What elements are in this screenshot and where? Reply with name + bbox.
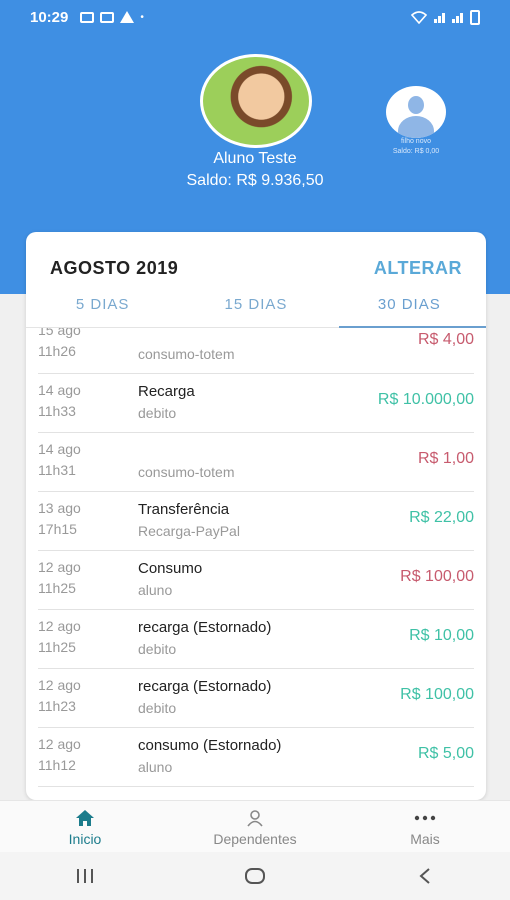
home-icon bbox=[0, 807, 170, 829]
transaction-time: 11h26 bbox=[38, 343, 76, 359]
person-head-icon bbox=[408, 96, 424, 114]
transaction-amount: R$ 22,00 bbox=[409, 509, 474, 526]
transaction-title: Recarga bbox=[138, 383, 195, 400]
transaction-subtitle: debito bbox=[138, 405, 177, 421]
transaction-date: 12 ago bbox=[38, 677, 81, 693]
wifi-icon bbox=[411, 10, 427, 24]
transaction-subtitle: Recarga-PayPal bbox=[138, 523, 240, 539]
warning-icon bbox=[120, 11, 135, 23]
signal-2-icon bbox=[452, 11, 463, 23]
transaction-time: 11h31 bbox=[38, 462, 76, 478]
transaction-title: Consumo bbox=[138, 560, 203, 577]
signal-icon bbox=[434, 11, 445, 23]
transaction-amount: R$ 5,00 bbox=[417, 745, 474, 762]
transaction-title: recarga (Estornado) bbox=[138, 619, 272, 636]
image-notification-icon bbox=[80, 11, 95, 23]
transaction-amount: R$ 100,00 bbox=[400, 568, 474, 585]
transaction-time: 17h15 bbox=[38, 521, 77, 537]
transaction-amount: R$ 100,00 bbox=[400, 686, 474, 703]
nav-inicio[interactable]: Inicio bbox=[0, 801, 170, 852]
recent-apps-button[interactable] bbox=[55, 856, 115, 896]
transaction-row[interactable]: 14 ago 11h31 consumo-totem R$ 1,00 bbox=[38, 433, 474, 492]
transaction-title: recarga (Estornado) bbox=[138, 678, 272, 695]
nav-mais-label: Mais bbox=[410, 831, 440, 847]
dependent-balance: Saldo: R$ 0,00 bbox=[392, 148, 440, 155]
transaction-subtitle: aluno bbox=[138, 759, 173, 775]
period-tabs: 5 DIAS 15 DIAS 30 DIAS bbox=[26, 292, 486, 328]
transaction-time: 11h25 bbox=[38, 639, 76, 655]
home-circle-icon bbox=[245, 868, 265, 884]
sms-notification-icon bbox=[100, 11, 115, 23]
transaction-date: 12 ago bbox=[38, 736, 81, 752]
nav-dependentes[interactable]: Dependentes bbox=[170, 801, 340, 852]
bottom-navigation: Inicio Dependentes Mais bbox=[0, 800, 510, 852]
nav-dependentes-label: Dependentes bbox=[213, 831, 297, 847]
transaction-title: consumo (Estornado) bbox=[138, 737, 282, 754]
transaction-date: 15 ago bbox=[38, 328, 81, 338]
transaction-row[interactable]: 12 ago 11h25 Consumo aluno R$ 100,00 bbox=[38, 551, 474, 610]
transaction-amount: R$ 1,00 bbox=[417, 450, 474, 467]
dot-icon: • bbox=[140, 11, 144, 23]
dependent-name: filho novo bbox=[401, 138, 431, 145]
transaction-amount: R$ 10,00 bbox=[409, 627, 474, 644]
transaction-date: 13 ago bbox=[38, 500, 81, 516]
nav-inicio-label: Inicio bbox=[68, 831, 102, 847]
back-chevron-icon bbox=[419, 868, 430, 884]
transaction-amount: R$ 10.000,00 bbox=[377, 391, 474, 408]
home-system-button[interactable] bbox=[225, 856, 285, 896]
back-button[interactable] bbox=[395, 856, 455, 896]
transaction-row[interactable]: 13 ago 17h15 Transferência Recarga-PayPal R$… bbox=[38, 492, 474, 551]
system-indicators bbox=[411, 9, 480, 25]
transaction-date: 12 ago bbox=[38, 559, 81, 575]
status-time: 10:29 bbox=[30, 8, 69, 26]
transaction-time: 11h12 bbox=[38, 757, 76, 773]
transaction-subtitle: debito bbox=[138, 700, 177, 716]
student-avatar[interactable] bbox=[200, 54, 312, 148]
transaction-time: 11h23 bbox=[38, 698, 76, 714]
recent-apps-icon bbox=[77, 869, 93, 883]
transaction-row[interactable]: 12 ago 11h12 consumo (Estornado) aluno R$ 5,… bbox=[38, 728, 474, 787]
transaction-date: 14 ago bbox=[38, 382, 81, 398]
transaction-row[interactable]: 15 ago 11h26 consumo-totem R$ 4,00 bbox=[38, 328, 474, 374]
transaction-time: 11h25 bbox=[38, 580, 76, 596]
change-month-button[interactable]: ALTERAR bbox=[374, 258, 462, 279]
tab-15-days[interactable]: 15 DIAS bbox=[179, 292, 332, 327]
transaction-title: Transferência bbox=[138, 501, 230, 518]
transaction-list[interactable]: 15 ago 11h26 consumo-totem R$ 4,00 14 ago 11h… bbox=[38, 328, 474, 800]
dependent-avatar[interactable] bbox=[386, 86, 446, 138]
transaction-row[interactable]: 12 ago 11h25 recarga (Estornado) debito R$ 1… bbox=[38, 610, 474, 669]
transaction-time: 11h33 bbox=[38, 403, 76, 419]
system-navigation-bar bbox=[0, 852, 510, 900]
nav-mais[interactable]: Mais bbox=[340, 801, 510, 852]
person-body-icon bbox=[398, 116, 434, 138]
tab-30-days[interactable]: 30 DIAS bbox=[333, 292, 486, 328]
transaction-amount: R$ 4,00 bbox=[417, 331, 474, 348]
transaction-row[interactable]: 14 ago 11h33 Recarga debito R$ 10.000,00 bbox=[38, 374, 474, 433]
statement-card: AGOSTO 2019 ALTERAR 5 DIAS 15 DIAS 30 DI… bbox=[26, 232, 486, 800]
battery-icon bbox=[470, 9, 480, 25]
transaction-subtitle: debito bbox=[138, 641, 177, 657]
transaction-subtitle: aluno bbox=[138, 582, 173, 598]
status-bar: 10:29 • bbox=[0, 0, 510, 34]
transaction-date: 14 ago bbox=[38, 441, 81, 457]
transaction-subtitle: consumo-totem bbox=[138, 346, 235, 362]
notification-icons: • bbox=[80, 11, 144, 23]
more-dots-icon bbox=[340, 807, 510, 829]
transaction-subtitle: consumo-totem bbox=[138, 464, 235, 480]
student-balance: Saldo: R$ 9.936,50 bbox=[186, 172, 324, 189]
tab-5-days[interactable]: 5 DIAS bbox=[26, 292, 179, 327]
month-title: AGOSTO 2019 bbox=[50, 258, 179, 278]
transaction-row[interactable]: 12 ago 11h23 recarga (Estornado) debito R$ 1… bbox=[38, 669, 474, 728]
transaction-date: 12 ago bbox=[38, 618, 81, 634]
person-icon bbox=[170, 807, 340, 829]
